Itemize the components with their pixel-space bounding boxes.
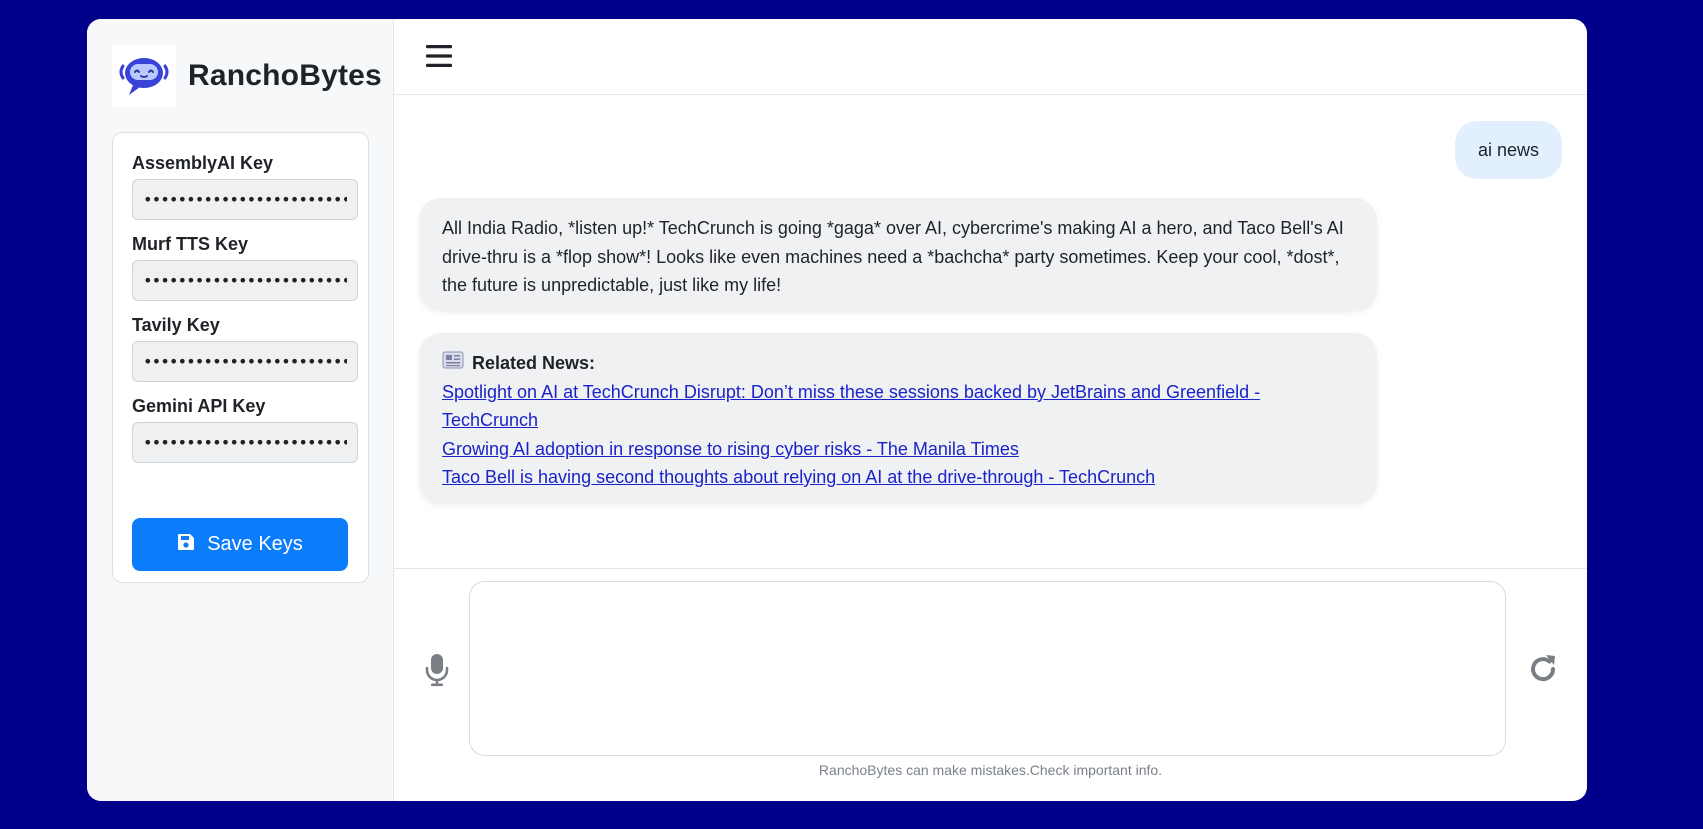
user-message: ai news	[1454, 121, 1562, 179]
related-news-heading: Related News:	[442, 349, 1354, 378]
save-keys-label: Save Keys	[207, 533, 303, 555]
gemini-key-label: Gemini API Key	[132, 396, 266, 416]
refresh-icon[interactable]	[1526, 652, 1560, 686]
gemini-key-input[interactable]	[132, 422, 358, 463]
murf-tts-key-group: Murf TTS Key	[132, 234, 358, 301]
murf-tts-key-input[interactable]	[132, 260, 358, 301]
related-news-title: Related News:	[472, 353, 596, 373]
topbar	[394, 19, 1587, 95]
news-link[interactable]: Spotlight on AI at TechCrunch Disrupt: D…	[442, 378, 1354, 435]
bot-message: All India Radio, *listen up!* TechCrunch…	[419, 198, 1377, 311]
composer: RanchoBytes can make mistakes.Check impo…	[394, 568, 1587, 801]
newspaper-icon	[442, 349, 464, 378]
api-keys-panel: AssemblyAI Key Murf TTS Key Tavily Key G…	[112, 132, 369, 583]
floppy-disk-icon	[177, 533, 195, 557]
disclaimer-text: RanchoBytes can make mistakes.Check impo…	[818, 762, 1163, 778]
robot-logo-icon	[112, 45, 176, 107]
main-panel: ai news All India Radio, *listen up!* Te…	[394, 19, 1587, 801]
assemblyai-key-input[interactable]	[132, 179, 358, 220]
tavily-key-group: Tavily Key	[132, 315, 358, 382]
tavily-key-input[interactable]	[132, 341, 358, 382]
brand: RanchoBytes	[112, 45, 382, 107]
assemblyai-key-group: AssemblyAI Key	[132, 153, 358, 220]
message-input[interactable]	[469, 581, 1506, 756]
microphone-icon[interactable]	[425, 653, 449, 687]
tavily-key-label: Tavily Key	[132, 315, 220, 335]
app-window: RanchoBytes AssemblyAI Key Murf TTS Key …	[87, 19, 1587, 801]
chat-area: ai news All India Radio, *listen up!* Te…	[394, 96, 1587, 568]
assemblyai-key-label: AssemblyAI Key	[132, 153, 274, 173]
news-link[interactable]: Taco Bell is having second thoughts abou…	[442, 463, 1354, 492]
related-news-card: Related News: Spotlight on AI at TechCru…	[419, 333, 1377, 504]
gemini-key-group: Gemini API Key	[132, 396, 358, 463]
news-link[interactable]: Growing AI adoption in response to risin…	[442, 435, 1354, 464]
sidebar: RanchoBytes AssemblyAI Key Murf TTS Key …	[87, 19, 394, 801]
save-keys-button[interactable]: Save Keys	[132, 518, 348, 571]
murf-tts-key-label: Murf TTS Key	[132, 234, 249, 254]
hamburger-menu-icon[interactable]	[424, 41, 454, 71]
brand-name: RanchoBytes	[188, 59, 382, 92]
